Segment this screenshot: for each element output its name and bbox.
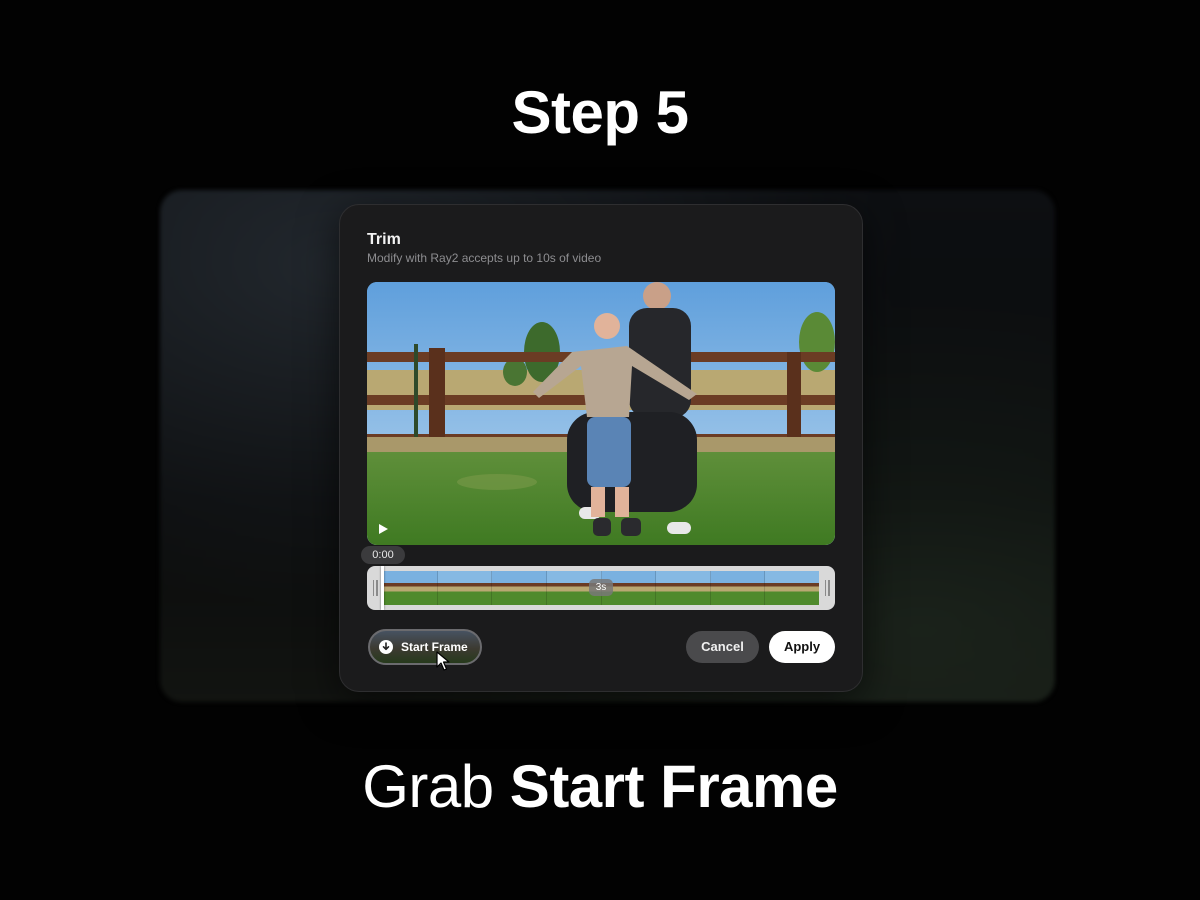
caption: Grab Start Frame [0,752,1200,821]
current-time: 0:00 [361,546,405,564]
dialog-title: Trim [367,231,401,248]
play-icon[interactable] [376,522,390,536]
cancel-button[interactable]: Cancel [686,631,759,663]
trim-timeline[interactable]: 3s [367,566,835,610]
caption-light: Grab [362,753,494,820]
filmstrip-frame [437,571,493,605]
duration-badge: 3s [589,579,613,596]
download-icon [379,640,393,654]
filmstrip-frame [656,571,711,605]
trim-handle-left[interactable] [369,571,381,605]
start-frame-label: Start Frame [401,640,468,654]
trim-dialog: Trim Modify with Ray2 accepts up to 10s … [339,204,863,692]
apply-button[interactable]: Apply [769,631,835,663]
filmstrip-frame [492,571,547,605]
step-title: Step 5 [511,79,689,146]
caption-bold: Start Frame [509,753,838,820]
video-frame-illustration [367,282,835,545]
playhead[interactable] [381,566,384,610]
start-frame-button[interactable]: Start Frame [368,629,482,665]
mouse-cursor-icon [436,651,450,671]
video-preview[interactable] [367,282,835,545]
filmstrip-frame [710,571,766,605]
trim-handle-right[interactable] [821,571,833,605]
filmstrip-frame [383,571,438,605]
filmstrip-frame [765,571,819,605]
page: Step 5 Trim Modify with Ray2 accepts up … [0,0,1200,900]
dialog-subtitle: Modify with Ray2 accepts up to 10s of vi… [367,251,602,265]
